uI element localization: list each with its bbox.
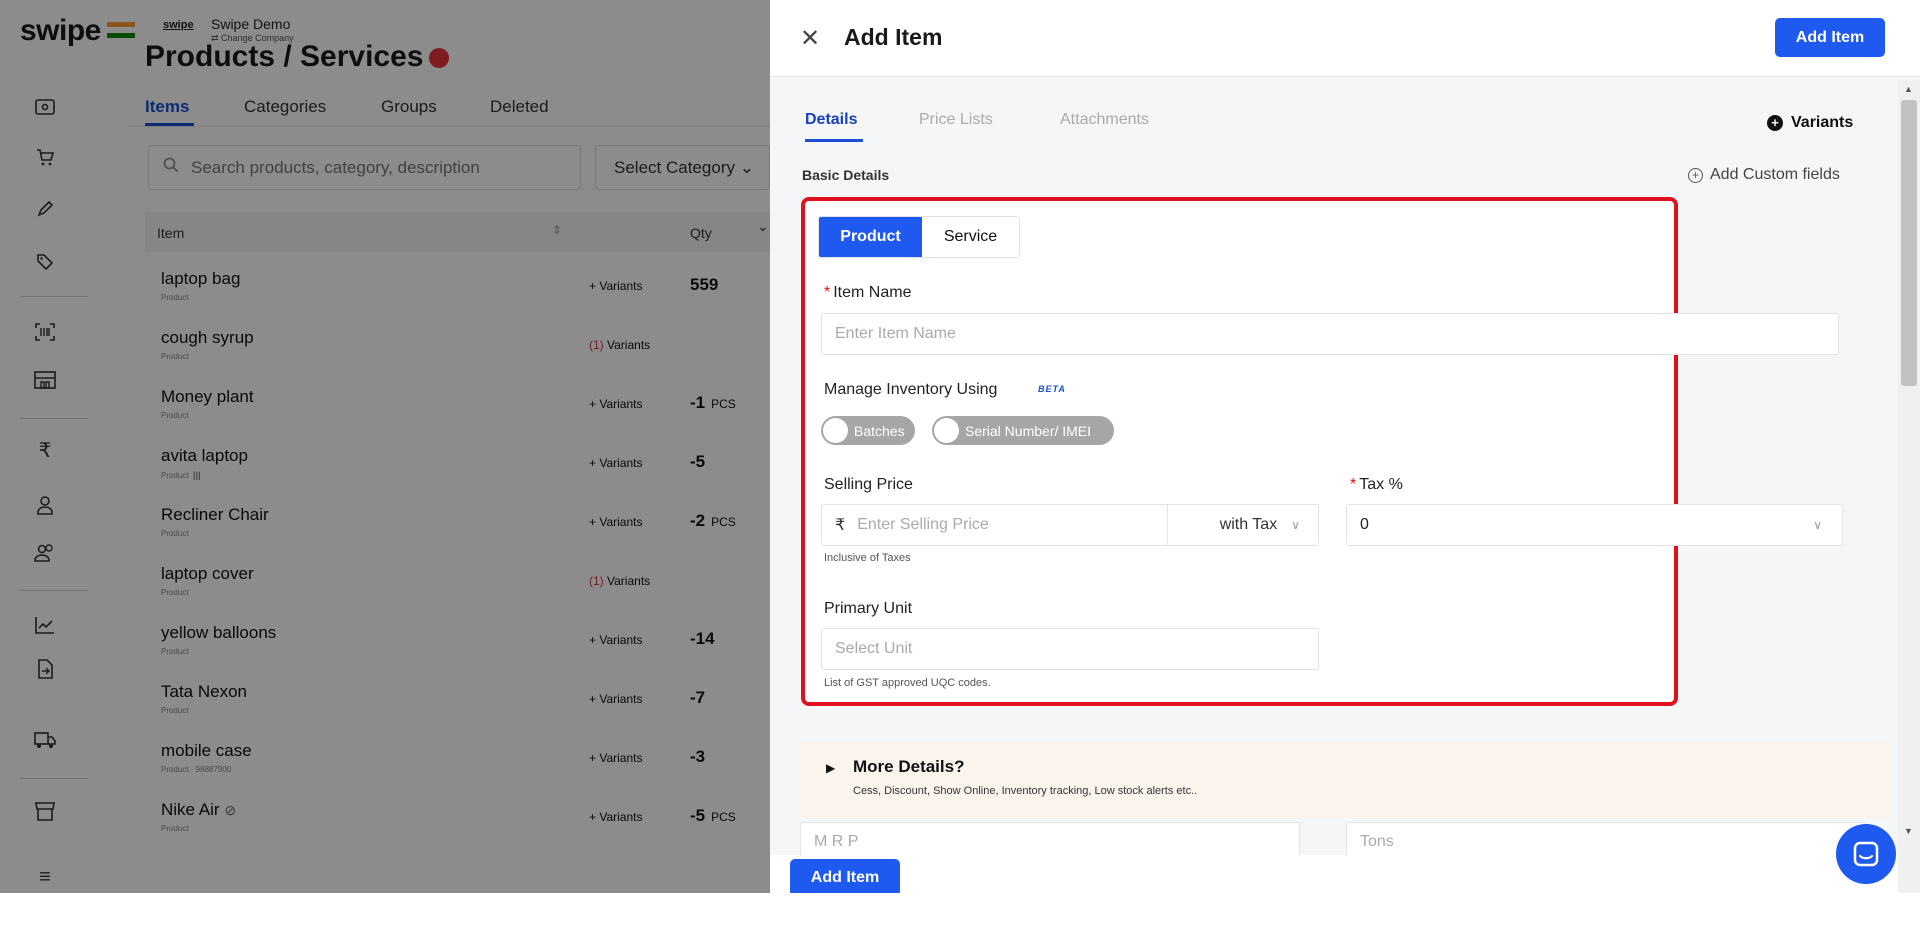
caret-right-icon: ▶ <box>826 761 836 775</box>
tab-details[interactable]: Details <box>805 111 857 129</box>
chevron-down-icon: ∨ <box>1291 518 1300 532</box>
beta-badge: BETA <box>1038 384 1066 394</box>
tab-price-lists[interactable]: Price Lists <box>919 111 993 129</box>
products-page: ₹ ≡ swipe swipe Swipe Demo ⇄ Change Comp… <box>0 0 770 893</box>
uqc-codes-hint: List of GST approved UQC codes. <box>824 677 991 689</box>
manage-inventory-label: Manage Inventory Using <box>824 381 998 398</box>
unit-placeholder: Select Unit <box>835 640 913 657</box>
plus-circle-icon: + <box>1767 115 1783 131</box>
tax-select[interactable]: 0 ∨ <box>1346 504 1843 546</box>
chevron-down-icon: ∨ <box>1813 518 1822 532</box>
batches-label: Batches <box>854 422 905 439</box>
drawer-footer <box>770 855 1898 893</box>
tax-mode-select[interactable]: with Tax ∨ <box>1167 505 1318 545</box>
tax-label: * Tax % <box>1350 476 1403 493</box>
more-details-title: More Details? <box>853 757 965 776</box>
chat-icon <box>1853 841 1879 867</box>
basic-details-form: Product Service *Item Name Manage Invent… <box>801 197 1843 706</box>
add-item-button[interactable]: Add Item <box>1775 18 1885 57</box>
add-item-drawer: ✕ Add Item Add Item Details Price Lists … <box>770 0 1920 893</box>
modal-backdrop[interactable] <box>0 0 770 893</box>
serial-number-label: Serial Number/ IMEI <box>965 422 1092 439</box>
unit-select[interactable]: Select Unit <box>821 628 1319 670</box>
app-window: ₹ ≡ swipe swipe Swipe Demo ⇄ Change Comp… <box>0 0 1920 893</box>
tax-value: 0 <box>1360 516 1369 533</box>
batches-toggle[interactable]: Batches <box>821 416 915 445</box>
selling-price-field: ₹ with Tax ∨ <box>821 504 1319 546</box>
primary-unit-label: Primary Unit <box>824 600 913 617</box>
type-service-button[interactable]: Service <box>922 217 1019 257</box>
serial-number-toggle[interactable]: Serial Number/ IMEI <box>932 416 1114 445</box>
plus-circle-icon: + <box>1688 167 1703 183</box>
rupee-icon: ₹ <box>835 517 846 534</box>
page-bottom-area <box>0 893 1920 930</box>
chat-support-button[interactable] <box>1836 824 1896 884</box>
close-icon[interactable]: ✕ <box>800 24 820 53</box>
selling-price-input[interactable] <box>857 516 1168 534</box>
more-details-subtitle: Cess, Discount, Show Online, Inventory t… <box>853 785 1198 797</box>
drawer-header: ✕ Add Item Add Item <box>770 0 1920 77</box>
item-type-toggle: Product Service <box>818 216 1020 258</box>
scroll-down-arrow-icon[interactable]: ▼ <box>1904 826 1913 836</box>
variants-button[interactable]: + Variants <box>1767 114 1853 132</box>
custom-fields-label: Add Custom fields <box>1710 166 1840 183</box>
inclusive-taxes-hint: Inclusive of Taxes <box>824 552 911 564</box>
tab-attachments[interactable]: Attachments <box>1060 111 1149 129</box>
add-custom-fields-button[interactable]: + Add Custom fields <box>1688 166 1840 184</box>
item-name-input[interactable] <box>835 325 1838 343</box>
item-name-field[interactable] <box>821 313 1839 355</box>
tax-mode-value: with Tax <box>1219 516 1278 533</box>
selling-price-label: Selling Price <box>824 476 913 493</box>
scrollbar-thumb[interactable] <box>1901 100 1917 386</box>
scroll-up-arrow-icon[interactable]: ▲ <box>1904 84 1913 94</box>
more-details-section[interactable]: ▶ More Details? Cess, Discount, Show Onl… <box>800 741 1889 819</box>
section-title-basic-details: Basic Details <box>802 167 890 183</box>
active-tab-indicator <box>805 139 863 142</box>
drawer-title: Add Item <box>844 24 943 50</box>
variants-label: Variants <box>1791 114 1854 131</box>
toggle-knob <box>823 418 848 443</box>
toggle-knob <box>934 418 959 443</box>
item-name-label: * Item Name <box>824 284 912 301</box>
add-item-footer-button[interactable]: Add Item <box>790 859 900 893</box>
type-product-button[interactable]: Product <box>819 217 922 257</box>
